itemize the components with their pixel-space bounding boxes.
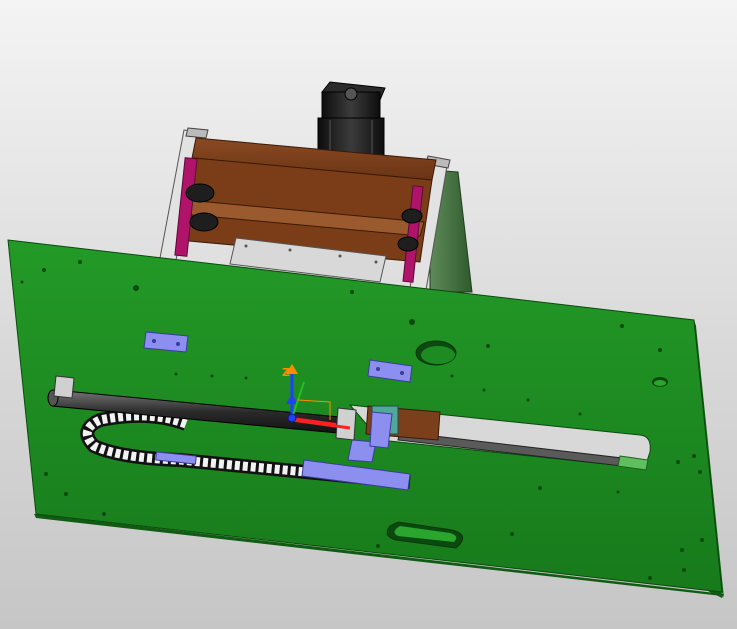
- cad-viewport[interactable]: Z: [0, 0, 737, 629]
- triad-z-label: Z: [282, 366, 290, 379]
- base-plate[interactable]: [7, 239, 724, 598]
- mounting-bracket-left[interactable]: [143, 331, 189, 353]
- assembly-3d-view[interactable]: Z: [0, 0, 737, 629]
- stepper-motor-icon[interactable]: [317, 81, 386, 159]
